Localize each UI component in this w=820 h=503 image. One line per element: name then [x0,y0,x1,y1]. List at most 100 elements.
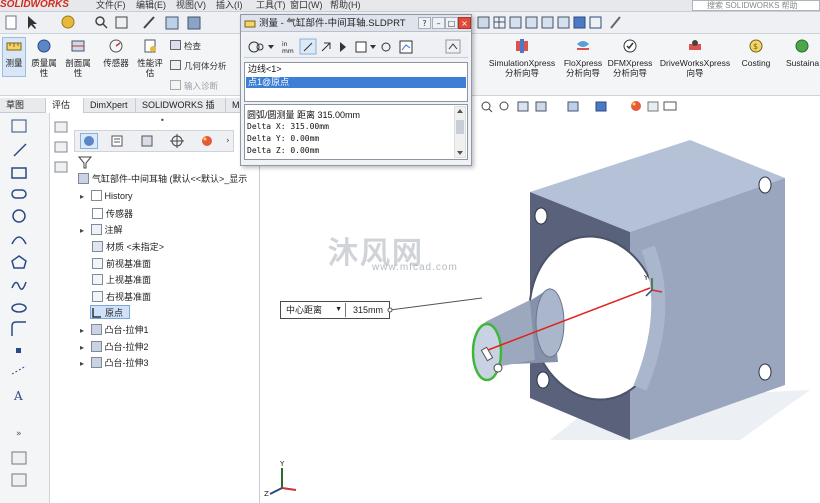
tab-evaluate[interactable]: 评估 [46,98,84,113]
section-properties-button[interactable]: 剖面属性 [62,38,94,78]
import-diagnostics-command[interactable]: 输入诊断 [170,80,218,92]
dropdown-arrow-icon[interactable] [268,45,274,49]
tab-display-manager[interactable] [198,133,216,149]
pattern-icon[interactable] [11,473,27,487]
driveworksxpress-button[interactable]: DriveWorksXpress 向导 [656,38,734,78]
results-scrollbar[interactable] [454,106,466,158]
fm-splitter-handle[interactable]: • [160,116,165,125]
tree-item-sensors[interactable]: 传感器 [92,207,133,220]
floxpress-button[interactable]: FloXpress 分析向导 [560,38,606,78]
wireframe-icon[interactable] [589,16,602,29]
line-icon[interactable] [13,143,27,157]
rebuild-icon[interactable] [61,15,75,29]
rectangle-icon[interactable] [11,167,27,179]
view-orientation-icon[interactable] [165,16,179,30]
tree-item-material[interactable]: 材质 <未指定> [92,240,164,253]
check-command[interactable]: 检查 [170,40,201,52]
dfmxpress-button[interactable]: DFMXpress 分析向导 [606,38,654,78]
tab-dimxpert[interactable]: DimXpert [84,98,136,113]
mirror-icon[interactable] [11,451,27,465]
point-icon[interactable] [16,348,21,353]
scene-icon[interactable] [647,101,659,112]
callout-distance-type[interactable]: 中心距离 ▼ [282,303,346,317]
help-button[interactable]: ? [418,17,431,29]
cube-front-icon[interactable] [509,16,522,29]
part-model[interactable]: Y [440,140,820,450]
tree-item-history[interactable]: ▸ History [80,190,133,201]
fillet-icon[interactable] [11,321,26,336]
cube-top-icon[interactable] [525,16,538,29]
tab-solidworks-addins[interactable]: SOLIDWORKS 插件 [136,98,226,125]
zoom-area-icon[interactable] [499,101,509,111]
coordinate-system-icon[interactable] [355,41,367,53]
tab-property-manager[interactable] [108,133,126,149]
dropdown-arrow-icon[interactable] [370,45,376,49]
menu-view[interactable]: 视图(V) [176,0,206,11]
simulationxpress-button[interactable]: SimulationXpress 分析向导 [486,38,558,78]
view-orientation-icon[interactable] [567,101,579,112]
edit-appearance-icon[interactable] [610,16,621,29]
minimize-button[interactable]: – [432,17,445,29]
fm-tabs-more[interactable]: › [226,136,230,146]
collapse-icon[interactable] [54,161,68,173]
circle-icon[interactable] [12,209,26,223]
costing-button[interactable]: $ Costing [736,38,776,68]
collapse-up-icon[interactable] [445,39,461,54]
tab-feature-tree[interactable] [80,133,98,149]
polygon-icon[interactable] [11,255,27,269]
slot-icon[interactable] [11,189,27,199]
expand-arrow-icon[interactable]: ▸ [80,359,84,368]
spline-icon[interactable] [11,281,27,290]
menu-tools[interactable]: 工具(T) [256,0,286,11]
tab-sketch[interactable]: 草图 [0,98,46,113]
tree-item-front-plane[interactable]: 前视基准面 [92,257,151,270]
point-to-point-icon[interactable] [321,42,331,52]
zoom-to-fit-icon[interactable] [481,101,493,113]
measure-history-icon[interactable] [381,42,391,52]
shaded-icon[interactable] [573,16,586,29]
menu-window[interactable]: 窗口(W) [290,0,323,11]
tab-dimxpert-manager[interactable] [168,133,186,149]
xyz-distance-icon[interactable] [299,38,317,55]
filter-icon[interactable] [78,155,92,169]
sketch-icon[interactable] [143,16,155,29]
mass-properties-button[interactable]: 质量属性 [30,38,58,78]
performance-evaluation-button[interactable]: 性能评估 [134,38,166,78]
tree-root[interactable]: 气缸部件-中间耳轴 (默认<<默认>_显示 [78,172,247,185]
zoom-area-icon[interactable] [115,16,128,29]
tab-configuration-manager[interactable] [138,133,156,149]
maximize-button[interactable]: □ [445,17,458,29]
selection-item-edge[interactable]: 边线<1> [246,64,466,75]
menu-insert[interactable]: 插入(I) [216,0,243,11]
previous-view-icon[interactable] [517,101,529,112]
cube-iso-icon[interactable] [557,16,570,29]
appearance-icon[interactable] [631,101,641,111]
projection-icon[interactable] [340,42,346,52]
tree-item-origin[interactable]: 原点 [90,305,130,319]
grid-icon[interactable] [493,16,506,29]
expand-arrow-icon[interactable]: ▸ [80,226,84,235]
geometry-analysis-command[interactable]: 几何体分析 [170,60,227,72]
menu-edit[interactable]: 编辑(E) [136,0,166,11]
units-icon[interactable]: inmm [282,41,294,55]
pin-icon[interactable] [54,121,68,133]
cube-right-icon[interactable] [541,16,554,29]
tree-item-boss-extrude2[interactable]: ▸ 凸台-拉伸2 [80,340,149,353]
display-style-icon[interactable] [187,16,201,30]
close-button[interactable]: × [458,17,471,29]
section-view-icon[interactable] [477,16,490,29]
tree-item-boss-extrude1[interactable]: ▸ 凸台-拉伸1 [80,323,149,336]
centerline-icon[interactable] [11,365,27,375]
expand-toolbar-icon[interactable]: » [16,429,22,439]
tree-item-annotations[interactable]: ▸ 注解 [80,223,123,236]
sensor-button[interactable]: 传感器 [100,38,132,68]
panel-icon[interactable] [54,141,68,153]
arrow-select-icon[interactable] [28,16,37,29]
sensor-create-icon[interactable] [399,40,413,54]
section-view-icon[interactable] [535,101,547,112]
smart-dimension-icon[interactable] [11,119,27,133]
arc-icon[interactable] [11,236,27,245]
expand-arrow-icon[interactable]: ▸ [80,192,84,201]
selection-item-origin[interactable]: 点1@原点 [246,77,466,88]
app-logo[interactable]: SOLIDWORKS [0,0,70,12]
